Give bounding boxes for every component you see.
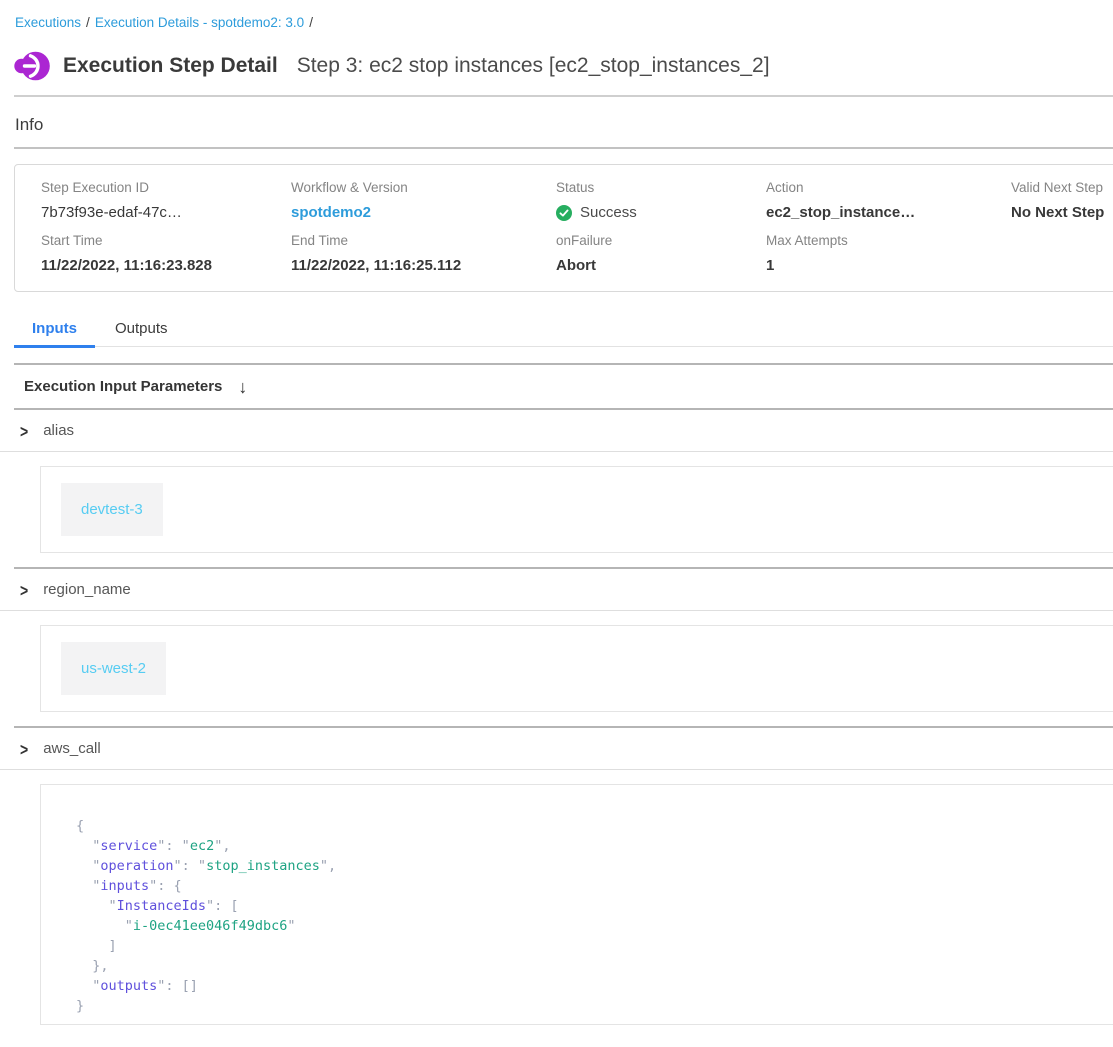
inputs-outputs-tabs: Inputs Outputs	[14, 314, 1113, 347]
param-name: region_name	[43, 581, 131, 598]
chevron-right-icon: >	[20, 421, 28, 441]
field-label: Start Time	[41, 233, 291, 248]
execution-input-parameters-row: Execution Input Parameters ↓	[0, 365, 1113, 408]
execution-input-parameters-label: Execution Input Parameters	[24, 378, 222, 395]
field-label: Valid Next Step	[1011, 180, 1113, 195]
field-onfailure: onFailure Abort	[556, 233, 766, 274]
breadcrumb-link-execution-details[interactable]: Execution Details - spotdemo2: 3.0	[95, 15, 304, 30]
chevron-right-icon: >	[20, 739, 28, 759]
field-label: End Time	[291, 233, 556, 248]
tab-outputs[interactable]: Outputs	[97, 314, 186, 346]
field-label: Workflow & Version	[291, 180, 556, 195]
field-label: Max Attempts	[766, 233, 1011, 248]
field-value: Abort	[556, 257, 766, 274]
breadcrumb-separator: /	[309, 15, 313, 30]
breadcrumb-link-executions[interactable]: Executions	[15, 15, 81, 30]
param-section-aws-call[interactable]: > aws_call	[0, 728, 1113, 770]
json-code-block: { "service": "ec2", "operation": "stop_i…	[76, 818, 1113, 1018]
breadcrumb: Executions / Execution Details - spotdemo2…	[0, 0, 1113, 30]
param-region-name-value-chip: us-west-2	[61, 642, 166, 695]
field-valid-next-step: Valid Next Step No Next Step	[1011, 180, 1113, 221]
info-heading: Info	[15, 115, 1113, 135]
param-alias-value-chip: devtest-3	[61, 483, 163, 536]
field-value: 7b73f93e-edaf-47c…	[41, 204, 291, 221]
field-action: Action ec2_stop_instance…	[766, 180, 1011, 221]
field-end-time: End Time 11/22/2022, 11:16:25.112	[291, 233, 556, 274]
step-info-card: Step Execution ID 7b73f93e-edaf-47c… Wor…	[14, 164, 1113, 292]
field-value: ec2_stop_instance…	[766, 204, 1011, 221]
workflow-brand-icon	[14, 50, 50, 82]
field-max-attempts: Max Attempts 1	[766, 233, 1011, 274]
field-value: 11/22/2022, 11:16:23.828	[41, 257, 291, 274]
breadcrumb-separator: /	[86, 15, 90, 30]
status-text: Success	[580, 204, 637, 221]
field-label: Step Execution ID	[41, 180, 291, 195]
field-status: Status Success	[556, 180, 766, 221]
param-section-alias[interactable]: > alias	[0, 410, 1113, 452]
param-section-region-name[interactable]: > region_name	[0, 569, 1113, 611]
field-label: Action	[766, 180, 1011, 195]
param-name: aws_call	[43, 740, 101, 757]
workflow-link[interactable]: spotdemo2	[291, 204, 371, 221]
page-subtitle: Step 3: ec2 stop instances [ec2_stop_ins…	[297, 54, 770, 78]
field-step-execution-id: Step Execution ID 7b73f93e-edaf-47c…	[41, 180, 291, 221]
param-alias-panel: devtest-3	[40, 466, 1113, 553]
field-label: Status	[556, 180, 766, 195]
field-workflow-version: Workflow & Version spotdemo2	[291, 180, 556, 221]
field-value: 11/22/2022, 11:16:25.112	[291, 257, 556, 274]
param-region-name-panel: us-west-2	[40, 625, 1113, 712]
tab-inputs[interactable]: Inputs	[14, 314, 95, 346]
field-value: No Next Step	[1011, 204, 1113, 221]
download-arrow-icon[interactable]: ↓	[238, 378, 247, 396]
param-aws-call-panel: { "service": "ec2", "operation": "stop_i…	[40, 784, 1113, 1025]
title-divider	[14, 95, 1113, 97]
page-header: Execution Step Detail Step 3: ec2 stop i…	[14, 49, 1113, 83]
param-name: alias	[43, 422, 74, 439]
field-start-time: Start Time 11/22/2022, 11:16:23.828	[41, 233, 291, 274]
info-divider	[14, 147, 1113, 149]
field-value: 1	[766, 257, 1011, 274]
chevron-right-icon: >	[20, 580, 28, 600]
success-check-icon	[556, 205, 572, 221]
field-label: onFailure	[556, 233, 766, 248]
page-title: Execution Step Detail	[63, 54, 278, 78]
